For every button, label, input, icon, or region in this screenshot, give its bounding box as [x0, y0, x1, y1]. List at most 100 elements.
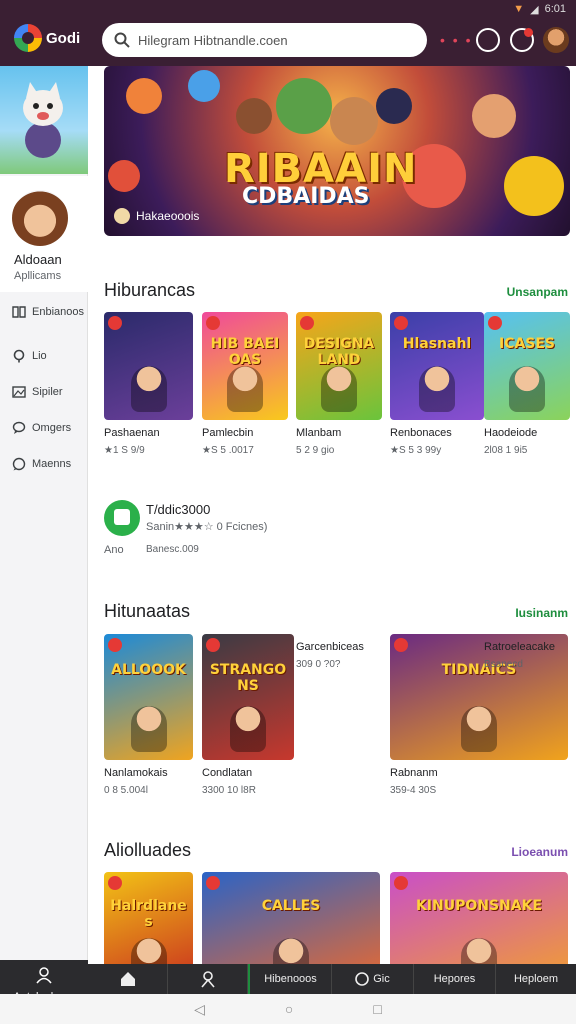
app-card[interactable]: ICASES Haodeiode 2l08 1 9i5 — [484, 312, 570, 456]
sidebar: Aldoaan Apllicams Enbianoos Lio Sipiler … — [0, 66, 88, 1024]
app-card-meta: Bsanecd — [484, 659, 523, 670]
status-bar: ▼ ◢ 6:01 — [513, 2, 566, 16]
app-card-title: Rabnanm — [390, 767, 438, 779]
home-icon — [120, 972, 135, 986]
new-badge-icon — [488, 316, 502, 330]
circle-icon — [355, 972, 370, 986]
sidebar-item-label: Omgers — [32, 422, 72, 434]
sidebar-item-lio[interactable]: Lio — [0, 338, 88, 374]
character-figure — [419, 366, 455, 412]
thumbnail-art-title: Hlasnahl — [402, 336, 472, 352]
sidebar-item-label: Lio — [32, 350, 47, 362]
app-card[interactable]: Garcenbiceas 309 0 ?0? — [296, 634, 382, 670]
hero-subtitle: CDBAIDAS — [242, 184, 370, 209]
home-circle-icon[interactable]: ○ — [285, 1001, 293, 1017]
app-card[interactable]: KINUPONSNAKE — [390, 872, 568, 964]
search-input[interactable] — [138, 32, 398, 48]
new-badge-icon — [300, 316, 314, 330]
recent-apps-icon[interactable]: □ — [373, 1001, 381, 1017]
nav-label: Gic — [373, 973, 390, 985]
publisher-logo-icon — [114, 208, 130, 224]
app-card[interactable]: Hlasnahl Renbonaces ★S 5 3 99y — [390, 312, 484, 456]
app-card[interactable]: DESIGNALAND Mlanbam 5 2 9 gio — [296, 312, 382, 456]
app-card[interactable]: Halrdlanes — [104, 872, 193, 964]
app-card-title: Condlatan — [202, 767, 253, 779]
status-time: 6:01 — [544, 3, 566, 15]
person-icon — [36, 967, 52, 984]
nav-gic[interactable]: Gic — [332, 964, 414, 994]
app-logo-icon[interactable] — [14, 24, 42, 52]
section-title: Aliolluades — [104, 840, 192, 860]
back-icon[interactable]: ◁ — [194, 1001, 205, 1018]
app-card[interactable]: CALLES — [202, 872, 380, 964]
search-icon — [114, 32, 130, 48]
app-thumbnail: KINUPONSNAKE — [390, 872, 568, 964]
user-name: Aldoaan — [14, 252, 62, 267]
promo-app-row[interactable]: T/ddic3000 Sanin★★★☆ 0 Fcicnes) Ano Bane… — [104, 498, 404, 558]
user-subtitle: Apllicams — [14, 270, 62, 282]
search-bar[interactable] — [102, 23, 427, 57]
app-card-meta: ★S 5 .0017 — [202, 445, 254, 456]
app-card[interactable]: HIB BAEIOAS Pamlecbin ★S 5 .0017 — [202, 312, 288, 456]
app-card-title: Pamlecbin — [202, 427, 254, 439]
app-thumbnail — [104, 312, 193, 420]
hero-banner[interactable]: RIBAAIN CDBAIDAS Hakaeooois — [104, 66, 570, 236]
thumbnail-art-title: CALLES — [261, 898, 321, 914]
app-thumbnail: Halrdlanes — [104, 872, 193, 964]
profile-avatar[interactable] — [543, 27, 569, 53]
new-badge-icon — [108, 876, 122, 890]
character-figure — [461, 938, 497, 964]
cat-character-image — [23, 82, 63, 158]
nav-hepores[interactable]: Hepores — [414, 964, 496, 994]
promo-app-title: T/ddic3000 — [146, 502, 211, 517]
app-card-meta: 359-4 30S — [390, 785, 437, 796]
message-icon — [12, 457, 26, 471]
app-card-meta: 309 0 ?0? — [296, 659, 341, 670]
app-card-title: Pashaenan — [104, 427, 160, 439]
sidebar-item-label: Sipiler — [32, 386, 63, 398]
app-card-meta: ★S 5 3 99y — [390, 445, 442, 456]
section-more-link[interactable]: Unsanpam — [507, 285, 568, 299]
book-icon — [12, 306, 26, 318]
nav-home[interactable] — [88, 964, 168, 994]
thumbnail-art-title: ICASES — [498, 336, 556, 352]
thumbnail-art-title: HIB BAEIOAS — [210, 336, 280, 368]
sidebar-item-maenns[interactable]: Maenns — [0, 446, 88, 482]
section-title: Hiburancas — [104, 280, 196, 300]
new-badge-icon — [394, 876, 408, 890]
character-figure — [461, 706, 497, 752]
promo-app-info: Banesc.009 — [146, 544, 199, 555]
app-card[interactable]: ALLOOOK Nanlamokais 0 8 5.004l — [104, 634, 193, 796]
sidebar-profile[interactable]: Aldoaan Apllicams — [0, 176, 88, 292]
sidebar-banner[interactable] — [0, 66, 88, 174]
app-card[interactable]: Ratroeleacake Bsanecd — [484, 634, 570, 670]
chat-icon — [12, 421, 26, 434]
sidebar-item-sipiler[interactable]: Sipiler — [0, 374, 88, 410]
app-card-meta: 0 8 5.004l — [104, 785, 148, 796]
app-card[interactable]: STRANGONS Condlatan 3300 10 l8R — [202, 634, 294, 796]
app-card-title: Nanlamokais — [104, 767, 168, 779]
section-more-link[interactable]: Iusinanm — [515, 606, 568, 620]
app-name: Godi — [46, 30, 81, 47]
nav-heploem[interactable]: Heploem — [496, 964, 576, 994]
top-app-bar: ▼ ◢ 6:01 Godi • • • — [0, 0, 576, 66]
app-card[interactable]: Pashaenan ★1 S 9/9 — [104, 312, 193, 456]
app-thumbnail: ALLOOOK — [104, 634, 193, 760]
nav-hibenooos[interactable]: Hibenooos — [248, 964, 332, 994]
thumbnail-art-title: STRANGONS — [209, 662, 287, 694]
thumbnail-art-title: Halrdlanes — [110, 898, 187, 930]
app-thumbnail: Hlasnahl — [390, 312, 484, 420]
character-figure — [230, 706, 266, 752]
main-content: RIBAAIN CDBAIDAS Hakaeooois Hiburancas U… — [88, 66, 576, 964]
app-card-meta: 3300 10 l8R — [202, 785, 256, 796]
app-thumbnail: DESIGNALAND — [296, 312, 382, 420]
section-more-link[interactable]: Lioeanum — [511, 845, 568, 859]
app-thumbnail: HIB BAEIOAS — [202, 312, 288, 420]
sidebar-item-omgers[interactable]: Omgers — [0, 410, 88, 446]
nav-apps[interactable] — [168, 964, 248, 994]
new-badge-icon — [394, 316, 408, 330]
thumbnail-art-title: DESIGNALAND — [303, 336, 375, 368]
more-options-dots[interactable]: • • • — [440, 32, 472, 48]
refresh-icon[interactable] — [476, 28, 500, 52]
sidebar-item-enbianoos[interactable]: Enbianoos — [0, 294, 88, 330]
